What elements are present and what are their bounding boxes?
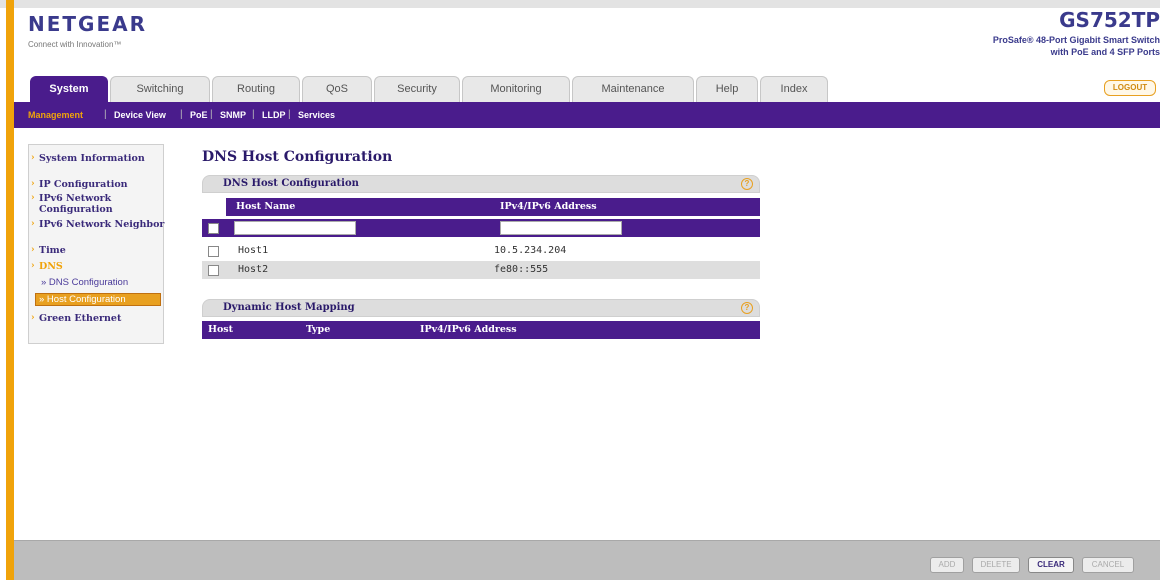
- tab-security[interactable]: Security: [374, 76, 460, 102]
- row-host-name: Host2: [238, 264, 269, 275]
- chevron-right-icon: ›: [31, 219, 35, 229]
- page-title: DNS Host Configuration: [202, 149, 393, 165]
- host-input-row: [202, 219, 760, 237]
- model-desc-line1: ProSafe® 48-Port Gigabit Smart Switch: [992, 35, 1160, 45]
- subnav-services[interactable]: Services: [298, 102, 335, 128]
- chevron-right-icon: ›: [31, 153, 35, 163]
- row-host-name: Host1: [238, 245, 269, 256]
- select-all-checkbox[interactable]: [208, 223, 219, 234]
- subnav-device-view[interactable]: Device View: [114, 102, 166, 128]
- dns-host-panel-header: DNS Host Configuration ?: [202, 175, 760, 193]
- subnav-separator: |: [104, 109, 107, 120]
- chevron-right-icon: ›: [31, 245, 35, 255]
- sidebar-item-label: Time: [39, 245, 66, 256]
- tab-help[interactable]: Help: [696, 76, 758, 102]
- help-icon[interactable]: ?: [741, 302, 753, 314]
- sidebar-item-dns[interactable]: › DNS: [29, 261, 165, 272]
- sidebar-item-label: DNS: [39, 261, 63, 272]
- sidebar-item-ip-configuration[interactable]: › IP Configuration: [29, 179, 165, 190]
- subnav-snmp[interactable]: SNMP: [220, 102, 246, 128]
- clear-button[interactable]: CLEAR: [1028, 557, 1074, 573]
- top-strip: [0, 0, 1160, 8]
- tab-routing[interactable]: Routing: [212, 76, 300, 102]
- host-name-input[interactable]: [234, 221, 356, 235]
- table-row: Host2 fe80::555: [202, 261, 760, 279]
- sidebar-item-time[interactable]: › Time: [29, 245, 165, 256]
- subnav-separator: |: [180, 109, 183, 120]
- brand-tagline: Connect with Innovation™: [28, 40, 122, 49]
- sidebar-item-system-information[interactable]: › System Information: [29, 153, 165, 164]
- sidebar-item-green-ethernet[interactable]: › Green Ethernet: [29, 313, 165, 324]
- model-description: ProSafe® 48-Port Gigabit Smart Switch wi…: [900, 34, 1160, 58]
- subnav-separator: |: [252, 109, 255, 120]
- delete-button[interactable]: DELETE: [972, 557, 1020, 573]
- header: NETGEAR Connect with Innovation™ GS752TP…: [14, 8, 1160, 80]
- sidebar-item-label: System Information: [39, 153, 145, 164]
- address-input[interactable]: [500, 221, 622, 235]
- column-header-address: IPv4/IPv6 Address: [500, 201, 597, 212]
- panel-title: Dynamic Host Mapping: [223, 302, 355, 313]
- main-tabs: System Switching Routing QoS Security Mo…: [14, 76, 1160, 102]
- cancel-button[interactable]: CANCEL: [1082, 557, 1134, 573]
- table-row: Host1 10.5.234.204: [202, 242, 760, 260]
- chevron-down-icon: ›: [31, 261, 35, 271]
- row-address: 10.5.234.204: [494, 245, 567, 256]
- subnav-poe[interactable]: PoE: [190, 102, 208, 128]
- tab-system[interactable]: System: [30, 76, 108, 102]
- sidebar: › System Information › IP Configuration …: [28, 144, 164, 344]
- subnav-separator: |: [210, 109, 213, 120]
- sidebar-item-ipv6-network-neighbor[interactable]: › IPv6 Network Neighbor: [29, 219, 165, 230]
- sidebar-item-ipv6-network-configuration[interactable]: › IPv6 Network Configuration: [29, 193, 165, 215]
- column-header-host-name: Host Name: [236, 201, 296, 212]
- logout-button[interactable]: LOGOUT: [1104, 80, 1156, 96]
- left-accent-bar: [6, 0, 14, 580]
- sidebar-subitem-host-configuration[interactable]: » Host Configuration: [35, 293, 161, 306]
- column-header-address: IPv4/IPv6 Address: [420, 324, 517, 335]
- model-name: GS752TP: [1059, 8, 1160, 32]
- subnav-separator: |: [288, 109, 291, 120]
- chevron-right-icon: ›: [31, 313, 35, 323]
- sidebar-item-label: Green Ethernet: [39, 313, 122, 324]
- column-header-host: Host: [208, 324, 234, 335]
- tab-index[interactable]: Index: [760, 76, 828, 102]
- chevron-right-icon: ›: [31, 193, 35, 203]
- subnav-lldp[interactable]: LLDP: [262, 102, 286, 128]
- tab-switching[interactable]: Switching: [110, 76, 210, 102]
- footer-bar: ADD DELETE CLEAR CANCEL: [14, 540, 1160, 580]
- host-table-header: Host Name IPv4/IPv6 Address: [226, 198, 760, 216]
- panel-title: DNS Host Configuration: [223, 178, 359, 189]
- add-button[interactable]: ADD: [930, 557, 964, 573]
- row-checkbox[interactable]: [208, 246, 219, 257]
- help-icon[interactable]: ?: [741, 178, 753, 190]
- tab-qos[interactable]: QoS: [302, 76, 372, 102]
- column-header-type: Type: [306, 324, 331, 335]
- dynamic-host-mapping-panel-header: Dynamic Host Mapping ?: [202, 299, 760, 317]
- tab-maintenance[interactable]: Maintenance: [572, 76, 694, 102]
- model-desc-line2: with PoE and 4 SFP Ports: [1050, 47, 1160, 57]
- sidebar-item-label: IP Configuration: [39, 179, 128, 190]
- sidebar-subitem-dns-configuration[interactable]: » DNS Configuration: [41, 277, 128, 288]
- sidebar-item-label: IPv6 Network Configuration: [39, 193, 113, 215]
- subnav-management[interactable]: Management: [28, 102, 83, 128]
- chevron-right-icon: ›: [31, 179, 35, 189]
- row-address: fe80::555: [494, 264, 549, 275]
- row-checkbox[interactable]: [208, 265, 219, 276]
- sub-navigation: Management | Device View | PoE | SNMP | …: [14, 102, 1160, 128]
- sidebar-item-label: IPv6 Network Neighbor: [39, 219, 165, 230]
- mapping-table-header: Host Type IPv4/IPv6 Address: [202, 321, 760, 339]
- netgear-logo: NETGEAR: [28, 12, 147, 36]
- tab-monitoring[interactable]: Monitoring: [462, 76, 570, 102]
